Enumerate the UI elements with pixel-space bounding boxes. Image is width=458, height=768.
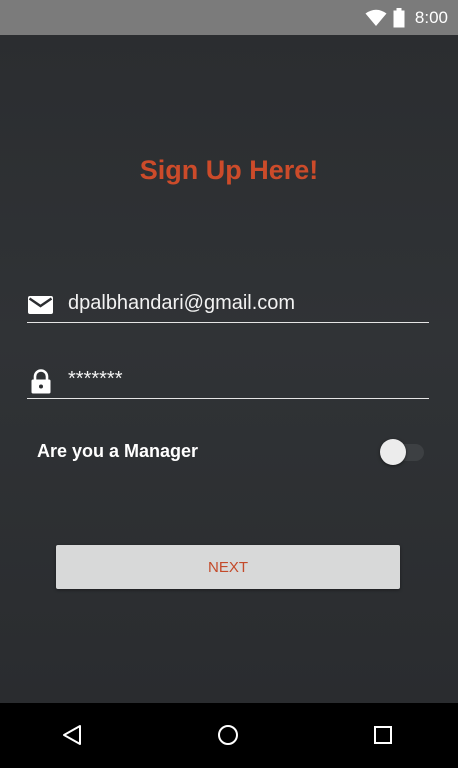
status-icons: 8:00 xyxy=(365,0,448,35)
email-icon xyxy=(28,296,53,314)
signup-screen: Sign Up Here! dpalbhandari@gmail.com ***… xyxy=(0,35,458,703)
next-button[interactable]: NEXT xyxy=(56,545,400,589)
email-value: dpalbhandari@gmail.com xyxy=(68,292,296,314)
wifi-icon xyxy=(365,9,387,26)
status-bar: 8:00 xyxy=(0,0,458,35)
lock-icon xyxy=(31,369,51,394)
recents-icon[interactable] xyxy=(370,722,396,748)
nav-bar xyxy=(0,703,458,768)
password-field[interactable]: ******* xyxy=(27,362,429,399)
toggle-thumb[interactable] xyxy=(380,439,406,465)
battery-icon xyxy=(393,7,405,27)
password-value: ******* xyxy=(68,368,123,390)
status-time: 8:00 xyxy=(414,7,448,27)
email-field[interactable]: dpalbhandari@gmail.com xyxy=(27,286,429,323)
back-icon[interactable] xyxy=(60,722,86,748)
page-title: Sign Up Here! xyxy=(139,155,319,185)
home-icon[interactable] xyxy=(215,722,241,748)
manager-label: Are you a Manager xyxy=(37,441,199,461)
